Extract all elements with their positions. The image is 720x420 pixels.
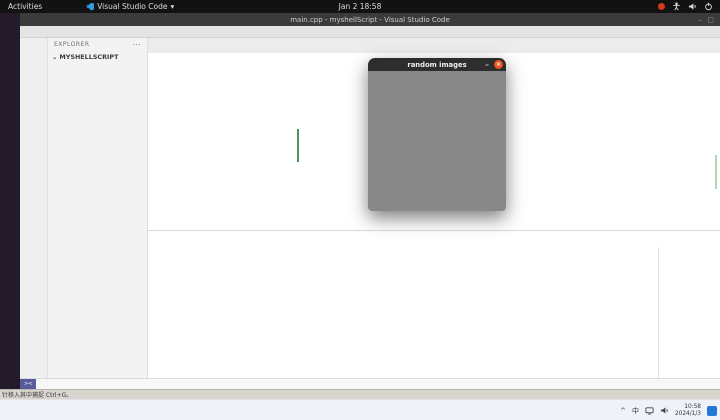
vmware-hint-text: 针移入其中捕捉 Ctrl+G。: [2, 392, 73, 399]
minimize-button[interactable]: –: [485, 58, 489, 71]
chevron-down-icon: ⌄: [52, 52, 58, 61]
terminal-list: [658, 247, 720, 378]
sidebar-explorer: EXPLORER ··· ⌄ MYSHELLSCRIPT: [48, 38, 148, 378]
gnome-clock[interactable]: Jan 2 18:58: [339, 2, 382, 11]
window-controls: – ▢: [698, 13, 714, 26]
accessibility-icon: [673, 2, 680, 11]
status-bar: ><: [20, 378, 720, 389]
opencv-window-title: random images: [407, 60, 467, 69]
vscode-title-bar[interactable]: main.cpp - myshellScript - Visual Studio…: [20, 13, 720, 26]
git-added-gutter: [297, 129, 299, 162]
taskbar-clock[interactable]: 10:58 2024/1/3: [675, 404, 701, 417]
network-icon[interactable]: [645, 406, 654, 415]
gnome-top-bar: Activities Visual Studio Code ▾ Jan 2 18…: [0, 0, 720, 13]
opencv-window-title-bar[interactable]: random images – ×: [368, 58, 506, 71]
menu-bar: [20, 26, 720, 38]
gnome-app-menu[interactable]: Visual Studio Code ▾: [86, 2, 174, 11]
minimize-icon[interactable]: –: [698, 16, 702, 24]
maximize-icon[interactable]: ▢: [707, 16, 714, 24]
taskbar-date: 2024/1/3: [674, 410, 701, 417]
screen: Activities Visual Studio Code ▾ Jan 2 18…: [0, 0, 720, 420]
taskbar-time: 10:58: [684, 403, 701, 410]
overview-ruler[interactable]: [713, 64, 718, 230]
ruler-change-mark: [714, 155, 717, 189]
gnome-system-tray[interactable]: [658, 2, 713, 11]
notification-badge[interactable]: [707, 405, 717, 416]
remote-indicator[interactable]: ><: [20, 379, 37, 389]
windows-taskbar: ^ 中 10:58 2024/1/3: [0, 399, 720, 420]
panel-tabs: [148, 231, 720, 247]
taskbar-tray: ^ 中 10:58 2024/1/3: [620, 400, 717, 420]
bottom-panel: [148, 230, 720, 378]
hidden-icons-chevron[interactable]: ^: [620, 407, 626, 415]
activity-bar: [20, 38, 48, 378]
activities-button[interactable]: Activities: [8, 2, 42, 11]
vmware-status-bar: 针移入其中捕捉 Ctrl+G。: [0, 389, 720, 399]
recording-icon: [658, 3, 665, 10]
volume-icon: [688, 3, 696, 10]
vscode-app-icon: [86, 3, 94, 11]
opencv-image-window[interactable]: random images – ×: [368, 58, 506, 211]
gnome-app-name: Visual Studio Code: [97, 2, 168, 11]
caret-down-icon: ▾: [170, 2, 175, 11]
ubuntu-dock: [0, 13, 20, 389]
explorer-header: EXPLORER: [54, 41, 90, 48]
explorer-actions-button[interactable]: ···: [133, 41, 141, 49]
explorer-root-folder[interactable]: ⌄ MYSHELLSCRIPT: [48, 51, 147, 62]
close-button[interactable]: ×: [494, 60, 503, 69]
editor-tabs: [148, 38, 720, 53]
power-icon: [705, 2, 712, 11]
ime-indicator[interactable]: 中: [632, 406, 639, 416]
terminal[interactable]: [152, 247, 654, 378]
window-title: main.cpp - myshellScript - Visual Studio…: [290, 15, 450, 24]
speaker-icon[interactable]: [660, 406, 669, 415]
random-noise-image: [368, 71, 506, 211]
